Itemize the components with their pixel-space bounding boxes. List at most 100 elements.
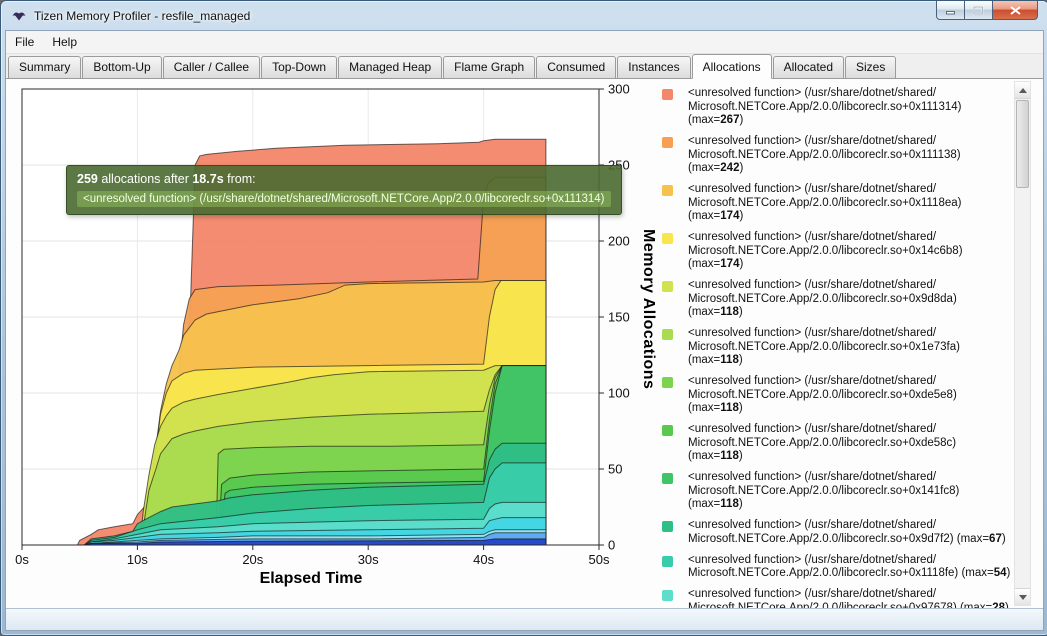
legend-item[interactable]: <unresolved function> (/usr/share/dotnet… — [660, 327, 1012, 368]
tab-bottom-up[interactable]: Bottom-Up — [82, 56, 161, 78]
tooltip-text-after: allocations after — [98, 172, 193, 186]
y-tick-label: 200 — [608, 234, 630, 249]
tab-flame-graph[interactable]: Flame Graph — [443, 56, 535, 78]
x-tick-label: 50s — [589, 552, 610, 567]
window-title: Tizen Memory Profiler - resfile_managed — [34, 9, 250, 23]
y-tick-label: 150 — [608, 310, 630, 325]
legend-line1: <unresolved function> (/usr/share/dotnet… — [688, 279, 1012, 293]
tooltip-summary: 259 allocations after 18.7s from: — [77, 172, 611, 186]
menu-item-file[interactable]: File — [6, 32, 43, 52]
scroll-up-button[interactable] — [1015, 82, 1030, 99]
allocations-area-chart[interactable]: 0s10s20s30s40s50s050100150200250300 — [12, 83, 662, 580]
legend-item-text: <unresolved function> (/usr/share/dotnet… — [688, 279, 1012, 320]
legend-line2: Microsoft.NETCore.App/2.0.0/libcoreclr.s… — [688, 341, 1012, 368]
y-tick-label: 50 — [608, 462, 622, 477]
app-icon — [11, 8, 27, 24]
tab-managed-heap[interactable]: Managed Heap — [338, 56, 442, 78]
legend-line2: Microsoft.NETCore.App/2.0.0/libcoreclr.s… — [688, 389, 1012, 416]
legend-item-text: <unresolved function> (/usr/share/dotnet… — [688, 588, 1012, 608]
minimize-icon — [946, 6, 956, 15]
legend-color-swatch — [662, 590, 673, 601]
legend-item-text: <unresolved function> (/usr/share/dotnet… — [688, 231, 1012, 272]
legend-color-swatch — [662, 185, 673, 196]
legend-color-swatch — [662, 137, 673, 148]
legend-line1: <unresolved function> (/usr/share/dotnet… — [688, 588, 1012, 602]
x-tick-label: 0s — [15, 552, 29, 567]
menu-bar: FileHelp — [6, 31, 1043, 54]
legend-line2: Microsoft.NETCore.App/2.0.0/libcoreclr.s… — [688, 533, 1012, 547]
legend-color-swatch — [662, 233, 673, 244]
maximize-button[interactable] — [965, 1, 992, 20]
chart-tooltip: 259 allocations after 18.7s from: <unres… — [66, 165, 622, 215]
tab-summary[interactable]: Summary — [8, 56, 81, 78]
legend-item[interactable]: <unresolved function> (/usr/share/dotnet… — [660, 519, 1012, 546]
x-axis-title: Elapsed Time — [240, 570, 382, 588]
title-bar[interactable]: Tizen Memory Profiler - resfile_managed — [1, 1, 1047, 30]
tab-sizes[interactable]: Sizes — [845, 56, 896, 78]
app-body: FileHelp SummaryBottom-UpCaller / Callee… — [5, 30, 1044, 631]
legend-item[interactable]: <unresolved function> (/usr/share/dotnet… — [660, 423, 1012, 464]
legend-item-text: <unresolved function> (/usr/share/dotnet… — [688, 183, 1012, 224]
x-tick-label: 40s — [473, 552, 494, 567]
tooltip-text-from: from: — [224, 172, 256, 186]
legend-item[interactable]: <unresolved function> (/usr/share/dotnet… — [660, 375, 1012, 416]
legend-line1: <unresolved function> (/usr/share/dotnet… — [688, 231, 1012, 245]
legend-item[interactable]: <unresolved function> (/usr/share/dotnet… — [660, 183, 1012, 224]
tab-allocated[interactable]: Allocated — [773, 56, 844, 78]
menu-item-help[interactable]: Help — [43, 32, 86, 52]
x-tick-label: 30s — [358, 552, 379, 567]
scrollbar-thumb[interactable] — [1016, 100, 1029, 188]
tab-instances[interactable]: Instances — [617, 56, 690, 78]
legend-color-swatch — [662, 281, 673, 292]
legend-item[interactable]: <unresolved function> (/usr/share/dotnet… — [660, 87, 1012, 128]
legend-line2: Microsoft.NETCore.App/2.0.0/libcoreclr.s… — [688, 602, 1012, 609]
legend-line2: Microsoft.NETCore.App/2.0.0/libcoreclr.s… — [688, 437, 1012, 464]
legend-color-swatch — [662, 377, 673, 388]
legend-scrollbar[interactable] — [1014, 81, 1031, 606]
x-tick-label: 10s — [127, 552, 148, 567]
legend-line2: Microsoft.NETCore.App/2.0.0/libcoreclr.s… — [688, 101, 1012, 128]
legend-line2: Microsoft.NETCore.App/2.0.0/libcoreclr.s… — [688, 245, 1012, 272]
close-icon — [1010, 6, 1021, 15]
legend-line1: <unresolved function> (/usr/share/dotnet… — [688, 423, 1012, 437]
legend-line1: <unresolved function> (/usr/share/dotnet… — [688, 554, 1012, 568]
legend-item[interactable]: <unresolved function> (/usr/share/dotnet… — [660, 554, 1012, 581]
tab-bar: SummaryBottom-UpCaller / CalleeTop-DownM… — [6, 54, 1043, 79]
legend-item-text: <unresolved function> (/usr/share/dotnet… — [688, 87, 1012, 128]
legend-line2: Microsoft.NETCore.App/2.0.0/libcoreclr.s… — [688, 197, 1012, 224]
legend-color-swatch — [662, 473, 673, 484]
arrow-up-icon — [1019, 88, 1027, 93]
legend-item[interactable]: <unresolved function> (/usr/share/dotnet… — [660, 135, 1012, 176]
legend-line2: Microsoft.NETCore.App/2.0.0/libcoreclr.s… — [688, 485, 1012, 512]
legend-item-text: <unresolved function> (/usr/share/dotnet… — [688, 375, 1012, 416]
x-tick-label: 20s — [242, 552, 263, 567]
legend-item[interactable]: <unresolved function> (/usr/share/dotnet… — [660, 471, 1012, 512]
y-tick-label: 100 — [608, 386, 630, 401]
legend-item-text: <unresolved function> (/usr/share/dotnet… — [688, 423, 1012, 464]
close-button[interactable] — [992, 1, 1038, 20]
legend-line1: <unresolved function> (/usr/share/dotnet… — [688, 375, 1012, 389]
legend-line1: <unresolved function> (/usr/share/dotnet… — [688, 327, 1012, 341]
legend-color-swatch — [662, 521, 673, 532]
tab-allocations[interactable]: Allocations — [692, 54, 772, 79]
legend-line1: <unresolved function> (/usr/share/dotnet… — [688, 135, 1012, 149]
legend-item-text: <unresolved function> (/usr/share/dotnet… — [688, 327, 1012, 368]
tab-caller-callee[interactable]: Caller / Callee — [163, 56, 260, 78]
legend-item[interactable]: <unresolved function> (/usr/share/dotnet… — [660, 231, 1012, 272]
minimize-button[interactable] — [936, 1, 965, 20]
legend-color-swatch — [662, 89, 673, 100]
y-tick-label: 0 — [608, 538, 615, 553]
maximize-icon — [973, 6, 984, 15]
scroll-down-button[interactable] — [1015, 588, 1030, 605]
legend-item[interactable]: <unresolved function> (/usr/share/dotnet… — [660, 588, 1012, 608]
legend-color-swatch — [662, 329, 673, 340]
tab-top-down[interactable]: Top-Down — [261, 56, 337, 78]
app-window: Tizen Memory Profiler - resfile_managed … — [0, 0, 1047, 636]
legend-line2: Microsoft.NETCore.App/2.0.0/libcoreclr.s… — [688, 567, 1012, 581]
y-tick-label: 300 — [608, 83, 630, 97]
legend-item[interactable]: <unresolved function> (/usr/share/dotnet… — [660, 279, 1012, 320]
legend-item-text: <unresolved function> (/usr/share/dotnet… — [688, 471, 1012, 512]
legend-line2: Microsoft.NETCore.App/2.0.0/libcoreclr.s… — [688, 149, 1012, 176]
legend-line1: <unresolved function> (/usr/share/dotnet… — [688, 183, 1012, 197]
tab-consumed[interactable]: Consumed — [536, 56, 616, 78]
